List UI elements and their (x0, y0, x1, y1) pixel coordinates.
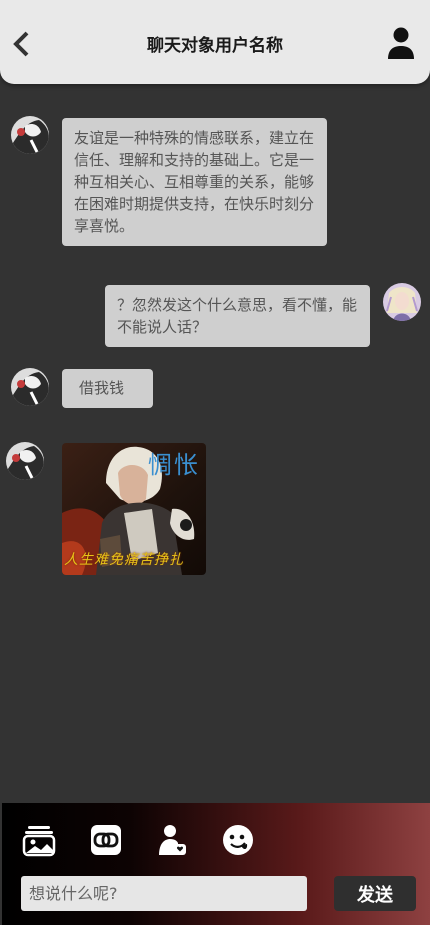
chat-header: 聊天对象用户名称 (0, 0, 430, 84)
contact-button[interactable] (156, 823, 190, 857)
link-icon (91, 825, 121, 855)
partner-avatar[interactable] (11, 116, 49, 154)
photo-album-icon (22, 826, 56, 857)
chat-partner-name: 聊天对象用户名称 (147, 36, 283, 56)
image-message[interactable]: 惆怅 人生难免痛苦挣扎 (62, 443, 206, 575)
user-icon (388, 27, 414, 59)
input-toolbar: 发送 (2, 803, 430, 925)
contact-card-icon (159, 825, 186, 855)
profile-button[interactable] (386, 26, 416, 60)
sticker-caption-top: 惆怅 (148, 451, 200, 479)
message-bubble-incoming: 借我钱 (62, 369, 153, 408)
emoji-button[interactable] (221, 823, 255, 857)
partner-avatar[interactable] (6, 442, 44, 480)
partner-avatar[interactable] (11, 368, 49, 406)
emoji-icon (223, 825, 253, 855)
link-button[interactable] (89, 823, 123, 857)
my-avatar[interactable] (383, 283, 421, 321)
message-bubble-outgoing: ？忽然发这个什么意思，看不懂，能不能说人话？ (105, 285, 370, 347)
message-input[interactable] (21, 876, 307, 911)
sticker-caption-bottom: 人生难免痛苦挣扎 (64, 552, 184, 568)
message-bubble-incoming: 友谊是一种特殊的情感联系，建立在信任、理解和支持的基础上。它是一种互相关心、互相… (62, 118, 327, 246)
album-button[interactable] (22, 823, 56, 857)
send-button[interactable]: 发送 (334, 876, 416, 911)
